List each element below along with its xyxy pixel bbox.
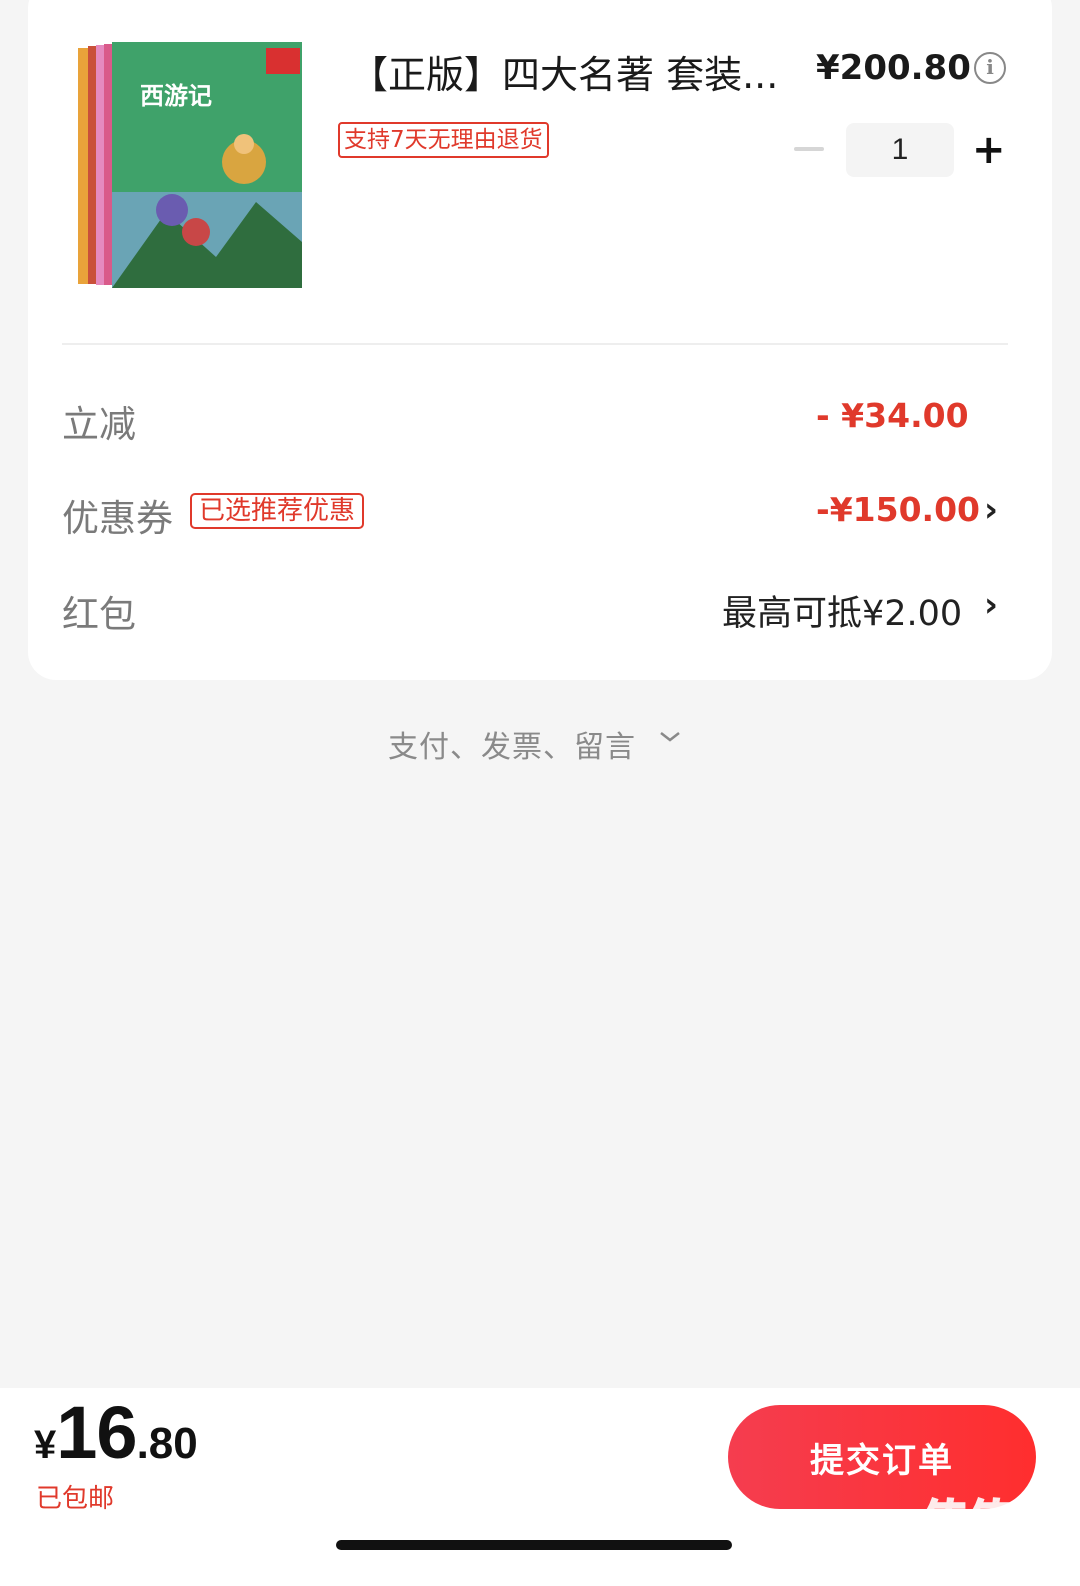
redpacket-label: 红包 xyxy=(62,593,136,636)
redpacket-chevron-icon[interactable]: › xyxy=(984,585,998,625)
chevron-down-icon[interactable] xyxy=(660,732,680,742)
product-title[interactable]: 【正版】四大名著 套装... xyxy=(350,44,790,99)
currency-symbol: ¥ xyxy=(34,1423,57,1467)
divider xyxy=(62,343,1008,345)
watermark-site: zhizhizhi.com xyxy=(939,1560,1040,1578)
redpacket-value[interactable]: 最高可抵¥2.00 xyxy=(722,585,962,636)
decrease-quantity-button[interactable] xyxy=(794,147,824,151)
coupon-label: 优惠券 xyxy=(62,497,173,540)
product-image[interactable]: 西游记 xyxy=(76,42,304,292)
shipping-status: 已包邮 xyxy=(36,1484,115,1514)
increase-quantity-button[interactable]: + xyxy=(972,130,1006,170)
product-price: ¥200.80 xyxy=(816,48,971,88)
coupon-value[interactable]: -¥150.00 xyxy=(816,490,980,529)
more-options-toggle[interactable]: 支付、发票、留言 xyxy=(388,722,636,766)
coupon-selected-tag: 已选推荐优惠 xyxy=(190,493,365,529)
watermark-logo: 值值值 zhizhizhi.com xyxy=(920,1494,1060,1578)
home-indicator[interactable] xyxy=(336,1540,732,1550)
coupon-chevron-icon[interactable]: › xyxy=(984,490,998,530)
watermark-logo-text: 值值值 xyxy=(921,1495,1059,1549)
instant-discount-label: 立减 xyxy=(62,403,136,446)
total-price: ¥16.80 xyxy=(34,1390,198,1475)
total-decimal: .80 xyxy=(136,1419,198,1468)
return-policy-tag: 支持7天无理由退货 xyxy=(338,122,549,158)
quantity-input[interactable] xyxy=(846,123,954,177)
total-integer: 16 xyxy=(56,1391,137,1474)
cover-title: 西游记 xyxy=(140,81,212,110)
instant-discount-value: - ¥34.00 xyxy=(816,396,969,435)
info-icon[interactable]: i xyxy=(974,52,1006,84)
